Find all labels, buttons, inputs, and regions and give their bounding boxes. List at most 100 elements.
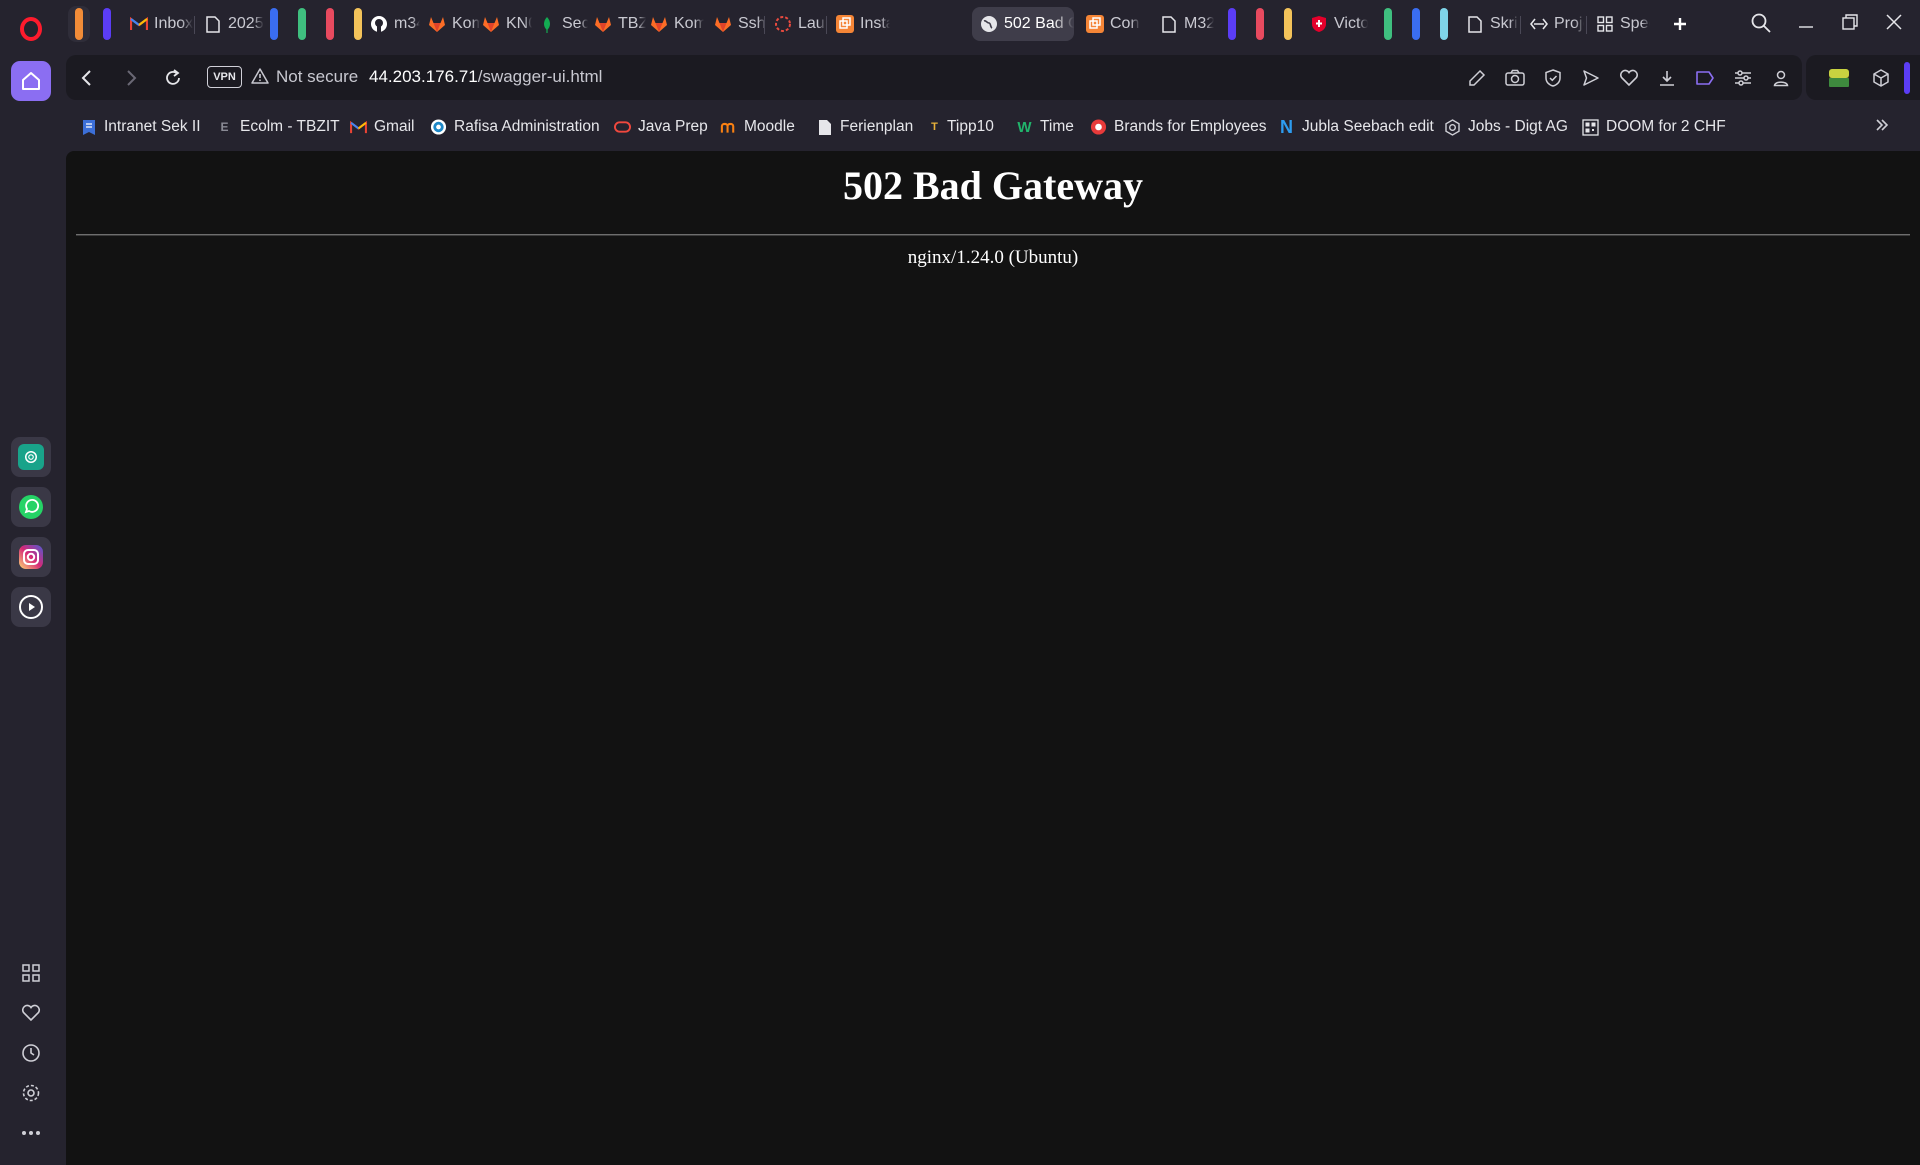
bookmarks-overflow-button[interactable] (1874, 117, 1894, 137)
minimize-button[interactable] (1796, 12, 1820, 36)
workspaces-icon[interactable] (18, 960, 44, 986)
dashed-circle-icon (774, 15, 792, 33)
tab-gitlab[interactable]: KN0 (474, 8, 532, 40)
ecolm-icon: E (220, 120, 229, 134)
tab-document[interactable]: M32 (1152, 8, 1214, 40)
bookmark-tipp10[interactable]: T Tipp10 (926, 116, 994, 138)
close-window-button[interactable] (1884, 12, 1908, 36)
home-button[interactable] (11, 61, 51, 101)
tab-title: Laun (798, 15, 826, 32)
tab-victorinox[interactable]: Victo (1302, 8, 1368, 40)
tab-document[interactable]: Skrip (1458, 8, 1518, 40)
bookmark-ferienplan[interactable]: Ferienplan (816, 116, 913, 138)
warning-icon[interactable] (251, 67, 271, 87)
plus-icon (1674, 18, 1686, 30)
tab-title: Spee (1620, 15, 1650, 32)
new-tab-button[interactable] (1668, 12, 1692, 36)
bookmark-jobs[interactable]: Jobs - Digt AG (1444, 116, 1568, 138)
bookmark-rafisa[interactable]: Rafisa Administration (430, 116, 600, 138)
adblock-button[interactable] (1540, 65, 1566, 91)
snapshot-button[interactable] (1502, 65, 1528, 91)
tab-document[interactable]: 2025 (196, 8, 264, 40)
shield-icon (1310, 15, 1328, 33)
reload-button[interactable] (160, 65, 186, 91)
settings-gear-icon[interactable] (18, 1080, 44, 1106)
edit-button[interactable] (1464, 65, 1490, 91)
search-tabs-button[interactable] (1750, 12, 1774, 36)
tab-gitlab[interactable]: TBZ- (586, 8, 646, 40)
tab-island-marker (75, 8, 83, 40)
whatsapp-button[interactable] (11, 487, 51, 527)
flow-send-button[interactable] (1578, 65, 1604, 91)
tab-island-marker[interactable] (326, 8, 334, 40)
tab-title: Insta (860, 15, 890, 32)
tab-island-marker[interactable] (298, 8, 306, 40)
tab-island-marker[interactable] (1228, 8, 1236, 40)
bookmark-heart-button[interactable] (1616, 65, 1642, 91)
tab-separator (1586, 16, 1587, 34)
security-status[interactable]: Not secure (276, 67, 358, 87)
tab-aws[interactable]: Insta (828, 8, 890, 40)
bookmark-ecolm[interactable]: E Ecolm - TBZIT (216, 116, 339, 138)
home-icon (22, 72, 40, 90)
tab-speed-dial[interactable]: Spee (1588, 8, 1650, 40)
tab-island-marker[interactable] (1440, 8, 1448, 40)
url-host: 44.203.176.71 (369, 67, 478, 86)
camera-icon (1505, 69, 1525, 86)
code-icon (1530, 15, 1548, 33)
tab-gmail[interactable]: Inbox (122, 8, 194, 40)
opera-logo-icon[interactable] (18, 16, 44, 42)
bookmark-doom[interactable]: DOOM for 2 CHF (1582, 116, 1726, 138)
document-icon (204, 15, 222, 33)
tab-islands-button[interactable] (1692, 65, 1718, 91)
tab-island-marker[interactable] (270, 8, 278, 40)
tab-island-marker[interactable] (1256, 8, 1264, 40)
forward-button[interactable] (118, 65, 144, 91)
profile-button[interactable] (1768, 65, 1794, 91)
bookmark-jubla[interactable]: N Jubla Seebach edit (1278, 116, 1434, 138)
bookmark-brands[interactable]: Brands for Employees (1090, 116, 1267, 138)
tab-project[interactable]: Proje (1522, 8, 1584, 40)
tab-gitlab[interactable]: Kom (420, 8, 480, 40)
back-button[interactable] (74, 65, 100, 91)
intranet-icon (80, 119, 97, 136)
tab-github[interactable]: m34 (362, 8, 420, 40)
bookmark-moodle[interactable]: Moodle (720, 116, 795, 138)
tab-gitlab[interactable]: Kom (642, 8, 704, 40)
bookmark-time[interactable]: W Time (1016, 116, 1073, 138)
double-chevron-right-icon (1876, 119, 1889, 131)
instagram-icon (19, 545, 43, 569)
history-icon[interactable] (18, 1040, 44, 1066)
player-button[interactable] (11, 587, 51, 627)
extension-button[interactable] (1826, 65, 1852, 91)
tab-aws[interactable]: Conn (1078, 8, 1140, 40)
chatgpt-button[interactable] (11, 437, 51, 477)
more-options-icon[interactable] (18, 1120, 44, 1146)
restore-button[interactable] (1840, 12, 1864, 36)
bookmark-java-prep[interactable]: Java Prep (614, 116, 708, 138)
instagram-button[interactable] (11, 537, 51, 577)
gitlab-icon (428, 15, 446, 33)
tab-title: Skrip (1490, 15, 1518, 32)
tab-mongodb[interactable]: Secu (530, 8, 588, 40)
tab-active-502[interactable]: 502 Bad G (972, 7, 1074, 41)
downloads-button[interactable] (1654, 65, 1680, 91)
heart-icon[interactable] (18, 1000, 44, 1026)
url-field[interactable]: 44.203.176.71/swagger-ui.html (369, 67, 602, 87)
bookmark-intranet[interactable]: Intranet Sek II (80, 116, 201, 138)
tab-gitlab[interactable]: SshP (706, 8, 766, 40)
extensions-menu-button[interactable] (1868, 65, 1894, 91)
tab-island-marker[interactable] (1384, 8, 1392, 40)
easy-setup-button[interactable] (1730, 65, 1756, 91)
notion-icon: N (1280, 116, 1293, 137)
tab-island-marker[interactable] (354, 8, 362, 40)
gmail-icon (350, 119, 367, 136)
tab-island-marker[interactable] (1412, 8, 1420, 40)
bookmark-label: Moodle (744, 118, 795, 135)
tab-launch[interactable]: Laun (766, 8, 826, 40)
document-icon (1160, 15, 1178, 33)
vpn-badge[interactable]: VPN (207, 66, 242, 88)
tipp10-icon: T (931, 121, 938, 133)
bookmark-gmail[interactable]: Gmail (350, 116, 414, 138)
tab-island-marker[interactable] (1284, 8, 1292, 40)
